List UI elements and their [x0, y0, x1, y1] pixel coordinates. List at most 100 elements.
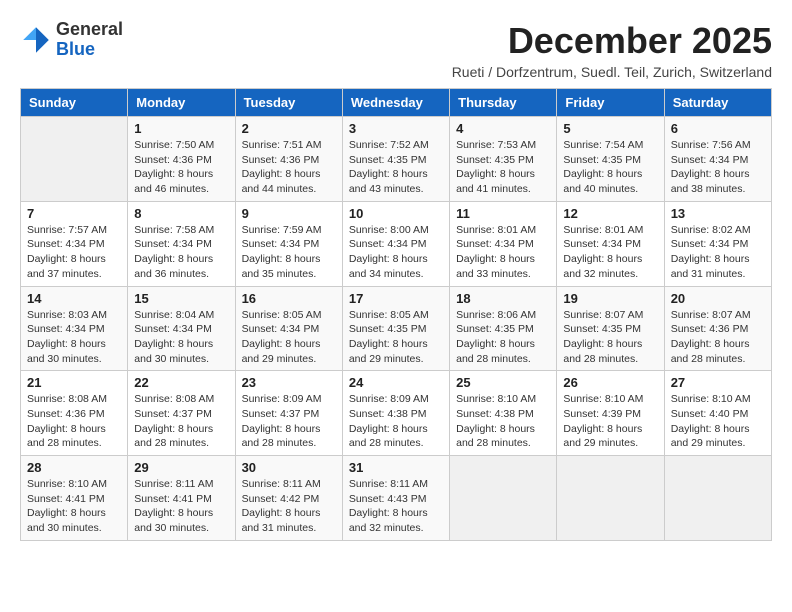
calendar-cell: 22 Sunrise: 8:08 AM Sunset: 4:37 PM Dayli… [128, 371, 235, 456]
calendar-cell: 26 Sunrise: 8:10 AM Sunset: 4:39 PM Dayli… [557, 371, 664, 456]
day-number: 6 [671, 121, 765, 136]
day-number: 30 [242, 460, 336, 475]
day-header-friday: Friday [557, 89, 664, 117]
calendar-cell: 20 Sunrise: 8:07 AM Sunset: 4:36 PM Dayli… [664, 286, 771, 371]
day-number: 21 [27, 375, 121, 390]
calendar-cell: 24Sunrise: 8:09 AM Sunset: 4:38 PM Dayli… [342, 371, 449, 456]
calendar-cell: 28 Sunrise: 8:10 AM Sunset: 4:41 PM Dayli… [21, 456, 128, 541]
title-block: December 2025 Rueti / Dorfzentrum, Suedl… [452, 20, 772, 80]
day-number: 22 [134, 375, 228, 390]
day-info: Sunrise: 8:05 AM Sunset: 4:34 PM Dayligh… [242, 308, 336, 367]
calendar-week-5: 28 Sunrise: 8:10 AM Sunset: 4:41 PM Dayli… [21, 456, 772, 541]
calendar-cell: 6 Sunrise: 7:56 AM Sunset: 4:34 PM Daylig… [664, 117, 771, 202]
calendar-cell: 5 Sunrise: 7:54 AM Sunset: 4:35 PM Daylig… [557, 117, 664, 202]
days-header-row: SundayMondayTuesdayWednesdayThursdayFrid… [21, 89, 772, 117]
calendar-cell: 16 Sunrise: 8:05 AM Sunset: 4:34 PM Dayli… [235, 286, 342, 371]
calendar-cell: 2 Sunrise: 7:51 AM Sunset: 4:36 PM Daylig… [235, 117, 342, 202]
day-number: 14 [27, 291, 121, 306]
day-header-sunday: Sunday [21, 89, 128, 117]
day-info: Sunrise: 8:08 AM Sunset: 4:36 PM Dayligh… [27, 392, 121, 451]
day-info: Sunrise: 8:03 AM Sunset: 4:34 PM Dayligh… [27, 308, 121, 367]
day-info: Sunrise: 8:00 AM Sunset: 4:34 PM Dayligh… [349, 223, 443, 282]
calendar-cell: 7Sunrise: 7:57 AM Sunset: 4:34 PM Daylig… [21, 201, 128, 286]
day-number: 28 [27, 460, 121, 475]
day-info: Sunrise: 8:11 AM Sunset: 4:42 PM Dayligh… [242, 477, 336, 536]
day-number: 15 [134, 291, 228, 306]
day-info: Sunrise: 8:10 AM Sunset: 4:38 PM Dayligh… [456, 392, 550, 451]
day-info: Sunrise: 8:05 AM Sunset: 4:35 PM Dayligh… [349, 308, 443, 367]
day-number: 26 [563, 375, 657, 390]
calendar-week-1: 1Sunrise: 7:50 AM Sunset: 4:36 PM Daylig… [21, 117, 772, 202]
subtitle: Rueti / Dorfzentrum, Suedl. Teil, Zurich… [452, 64, 772, 80]
day-info: Sunrise: 7:56 AM Sunset: 4:34 PM Dayligh… [671, 138, 765, 197]
day-header-thursday: Thursday [450, 89, 557, 117]
day-number: 18 [456, 291, 550, 306]
day-info: Sunrise: 8:10 AM Sunset: 4:39 PM Dayligh… [563, 392, 657, 451]
calendar-cell [21, 117, 128, 202]
logo-icon [20, 24, 52, 56]
calendar-cell: 9 Sunrise: 7:59 AM Sunset: 4:34 PM Daylig… [235, 201, 342, 286]
day-info: Sunrise: 8:02 AM Sunset: 4:34 PM Dayligh… [671, 223, 765, 282]
calendar-week-2: 7Sunrise: 7:57 AM Sunset: 4:34 PM Daylig… [21, 201, 772, 286]
day-info: Sunrise: 8:01 AM Sunset: 4:34 PM Dayligh… [456, 223, 550, 282]
day-number: 16 [242, 291, 336, 306]
month-title: December 2025 [452, 20, 772, 62]
day-number: 8 [134, 206, 228, 221]
calendar-cell: 31 Sunrise: 8:11 AM Sunset: 4:43 PM Dayli… [342, 456, 449, 541]
day-info: Sunrise: 8:11 AM Sunset: 4:43 PM Dayligh… [349, 477, 443, 536]
day-info: Sunrise: 8:06 AM Sunset: 4:35 PM Dayligh… [456, 308, 550, 367]
day-info: Sunrise: 8:11 AM Sunset: 4:41 PM Dayligh… [134, 477, 228, 536]
calendar-cell: 11 Sunrise: 8:01 AM Sunset: 4:34 PM Dayli… [450, 201, 557, 286]
day-number: 5 [563, 121, 657, 136]
day-number: 13 [671, 206, 765, 221]
day-number: 25 [456, 375, 550, 390]
day-number: 19 [563, 291, 657, 306]
day-info: Sunrise: 7:53 AM Sunset: 4:35 PM Dayligh… [456, 138, 550, 197]
calendar-cell: 18 Sunrise: 8:06 AM Sunset: 4:35 PM Dayli… [450, 286, 557, 371]
day-number: 29 [134, 460, 228, 475]
logo-text: General Blue [56, 20, 123, 60]
day-info: Sunrise: 8:01 AM Sunset: 4:34 PM Dayligh… [563, 223, 657, 282]
calendar-cell: 4Sunrise: 7:53 AM Sunset: 4:35 PM Daylig… [450, 117, 557, 202]
calendar-cell: 23Sunrise: 8:09 AM Sunset: 4:37 PM Dayli… [235, 371, 342, 456]
calendar-cell: 1Sunrise: 7:50 AM Sunset: 4:36 PM Daylig… [128, 117, 235, 202]
day-number: 10 [349, 206, 443, 221]
calendar-cell: 3 Sunrise: 7:52 AM Sunset: 4:35 PM Daylig… [342, 117, 449, 202]
day-header-tuesday: Tuesday [235, 89, 342, 117]
calendar-cell: 29 Sunrise: 8:11 AM Sunset: 4:41 PM Dayli… [128, 456, 235, 541]
day-number: 23 [242, 375, 336, 390]
day-info: Sunrise: 8:07 AM Sunset: 4:36 PM Dayligh… [671, 308, 765, 367]
calendar-cell: 13 Sunrise: 8:02 AM Sunset: 4:34 PM Dayli… [664, 201, 771, 286]
page-header: General Blue December 2025 Rueti / Dorfz… [20, 20, 772, 80]
day-number: 12 [563, 206, 657, 221]
day-info: Sunrise: 7:57 AM Sunset: 4:34 PM Dayligh… [27, 223, 121, 282]
day-info: Sunrise: 8:10 AM Sunset: 4:40 PM Dayligh… [671, 392, 765, 451]
day-header-monday: Monday [128, 89, 235, 117]
day-number: 20 [671, 291, 765, 306]
calendar-cell: 17Sunrise: 8:05 AM Sunset: 4:35 PM Dayli… [342, 286, 449, 371]
day-info: Sunrise: 7:52 AM Sunset: 4:35 PM Dayligh… [349, 138, 443, 197]
calendar-cell: 12 Sunrise: 8:01 AM Sunset: 4:34 PM Dayli… [557, 201, 664, 286]
calendar-cell [557, 456, 664, 541]
day-number: 9 [242, 206, 336, 221]
calendar-cell: 14 Sunrise: 8:03 AM Sunset: 4:34 PM Dayli… [21, 286, 128, 371]
day-number: 3 [349, 121, 443, 136]
calendar-cell: 10 Sunrise: 8:00 AM Sunset: 4:34 PM Dayli… [342, 201, 449, 286]
day-info: Sunrise: 8:10 AM Sunset: 4:41 PM Dayligh… [27, 477, 121, 536]
calendar-body: 1Sunrise: 7:50 AM Sunset: 4:36 PM Daylig… [21, 117, 772, 541]
day-info: Sunrise: 7:51 AM Sunset: 4:36 PM Dayligh… [242, 138, 336, 197]
calendar-cell: 30 Sunrise: 8:11 AM Sunset: 4:42 PM Dayli… [235, 456, 342, 541]
day-info: Sunrise: 7:54 AM Sunset: 4:35 PM Dayligh… [563, 138, 657, 197]
logo-general: General [56, 19, 123, 39]
day-info: Sunrise: 7:59 AM Sunset: 4:34 PM Dayligh… [242, 223, 336, 282]
day-number: 27 [671, 375, 765, 390]
day-info: Sunrise: 7:58 AM Sunset: 4:34 PM Dayligh… [134, 223, 228, 282]
day-number: 1 [134, 121, 228, 136]
day-number: 31 [349, 460, 443, 475]
day-info: Sunrise: 8:08 AM Sunset: 4:37 PM Dayligh… [134, 392, 228, 451]
day-number: 2 [242, 121, 336, 136]
day-info: Sunrise: 8:07 AM Sunset: 4:35 PM Dayligh… [563, 308, 657, 367]
day-number: 11 [456, 206, 550, 221]
day-header-saturday: Saturday [664, 89, 771, 117]
day-info: Sunrise: 8:04 AM Sunset: 4:34 PM Dayligh… [134, 308, 228, 367]
